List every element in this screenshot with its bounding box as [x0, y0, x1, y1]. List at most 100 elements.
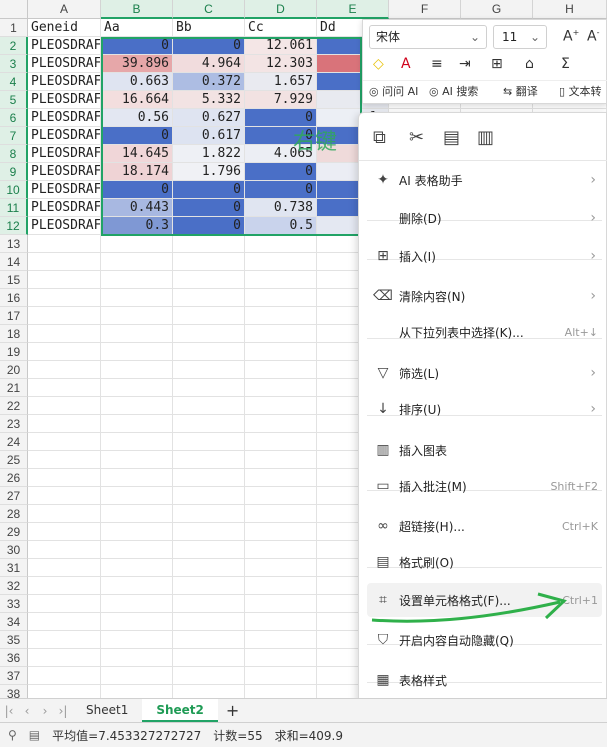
cell[interactable] — [101, 559, 173, 577]
last-sheet-icon[interactable]: ›| — [54, 704, 72, 718]
cell[interactable] — [28, 487, 101, 505]
cell[interactable] — [173, 667, 245, 685]
cell[interactable] — [28, 559, 101, 577]
cell[interactable] — [173, 649, 245, 667]
row-header-19[interactable]: 19 — [0, 343, 28, 361]
row-header-16[interactable]: 16 — [0, 289, 28, 307]
cell[interactable]: 0 — [101, 127, 173, 145]
cell[interactable] — [101, 325, 173, 343]
cell[interactable] — [245, 289, 317, 307]
cell[interactable]: 0 — [173, 217, 245, 235]
cell[interactable] — [28, 613, 101, 631]
cell[interactable] — [173, 487, 245, 505]
menu-item-2[interactable]: ⊞ 插入(I) › — [367, 239, 602, 273]
cell[interactable] — [28, 433, 101, 451]
cell[interactable]: 14.645 — [101, 145, 173, 163]
cell[interactable] — [245, 631, 317, 649]
increase-font-icon[interactable]: A+ — [563, 28, 579, 45]
cell[interactable] — [101, 505, 173, 523]
cell[interactable] — [28, 595, 101, 613]
cell[interactable]: 12.061 — [245, 37, 317, 55]
borders-icon[interactable]: ⊞ — [491, 56, 503, 72]
cell[interactable] — [101, 415, 173, 433]
column-header-a[interactable]: A — [28, 0, 101, 19]
cell[interactable]: 1.822 — [173, 145, 245, 163]
cell[interactable] — [173, 541, 245, 559]
cell[interactable]: 1.657 — [245, 73, 317, 91]
column-header-g[interactable]: G — [461, 0, 533, 19]
column-header-f[interactable]: F — [389, 0, 461, 19]
cell[interactable]: 4.964 — [173, 55, 245, 73]
paste-special-icon[interactable]: ▥ — [477, 127, 494, 148]
menu-item-0[interactable]: ✦ AI 表格助手 › — [367, 163, 602, 197]
row-header-1[interactable]: 1 — [0, 19, 28, 37]
copy-icon[interactable]: ⧉ — [373, 127, 386, 148]
sheet-tab-sheet1[interactable]: Sheet1 — [72, 699, 142, 722]
cell[interactable] — [28, 361, 101, 379]
cell[interactable] — [245, 253, 317, 271]
sheet-view-icon[interactable]: ▤ — [29, 728, 40, 742]
cell[interactable]: Cc — [245, 19, 317, 37]
row-header-6[interactable]: 6 — [0, 109, 28, 127]
row-header-20[interactable]: 20 — [0, 361, 28, 379]
cell[interactable]: 0.56 — [101, 109, 173, 127]
cell[interactable] — [245, 343, 317, 361]
cell[interactable] — [101, 361, 173, 379]
cell[interactable]: PLEOSDRAF — [28, 181, 101, 199]
row-header-32[interactable]: 32 — [0, 577, 28, 595]
row-header-3[interactable]: 3 — [0, 55, 28, 73]
cell[interactable] — [28, 523, 101, 541]
cell[interactable] — [173, 451, 245, 469]
menu-item-12[interactable]: ⛉ 开启内容自动隐藏(Q) — [367, 623, 602, 657]
cell[interactable]: 0.627 — [173, 109, 245, 127]
next-sheet-icon[interactable]: › — [36, 704, 54, 718]
merge-center-icon[interactable]: ≡ — [431, 56, 443, 72]
cell[interactable] — [28, 379, 101, 397]
font-name-select[interactable]: 宋体 ⌄ — [369, 25, 487, 49]
row-header-13[interactable]: 13 — [0, 235, 28, 253]
cell[interactable]: 0.663 — [101, 73, 173, 91]
text-convert-button[interactable]: ▯ 文本转 — [559, 83, 602, 99]
cut-icon[interactable]: ✂ — [409, 127, 424, 148]
cell[interactable] — [28, 667, 101, 685]
cell[interactable] — [173, 307, 245, 325]
cell[interactable]: Aa — [101, 19, 173, 37]
cell[interactable] — [245, 685, 317, 698]
row-header-10[interactable]: 10 — [0, 181, 28, 199]
cell[interactable] — [101, 307, 173, 325]
row-header-4[interactable]: 4 — [0, 73, 28, 91]
paste-icon[interactable]: ▤ — [443, 127, 460, 148]
cell[interactable]: 0 — [101, 37, 173, 55]
cell[interactable] — [28, 415, 101, 433]
row-header-31[interactable]: 31 — [0, 559, 28, 577]
cell[interactable] — [173, 559, 245, 577]
cell[interactable]: PLEOSDRAF — [28, 73, 101, 91]
cell[interactable] — [101, 289, 173, 307]
row-header-37[interactable]: 37 — [0, 667, 28, 685]
row-header-22[interactable]: 22 — [0, 397, 28, 415]
row-header-26[interactable]: 26 — [0, 469, 28, 487]
cell[interactable] — [28, 577, 101, 595]
add-sheet-icon[interactable]: + — [218, 701, 247, 720]
align-icon[interactable]: ⇥ — [459, 56, 471, 72]
row-header-18[interactable]: 18 — [0, 325, 28, 343]
cell[interactable] — [101, 271, 173, 289]
cell[interactable] — [173, 577, 245, 595]
cell[interactable] — [101, 523, 173, 541]
menu-item-5[interactable]: ▽ 筛选(L) › — [367, 356, 602, 390]
cell[interactable] — [173, 361, 245, 379]
cell[interactable] — [173, 523, 245, 541]
cell[interactable] — [101, 433, 173, 451]
cell[interactable] — [101, 595, 173, 613]
cell[interactable] — [173, 253, 245, 271]
cell[interactable] — [28, 505, 101, 523]
sum-icon[interactable]: Σ — [561, 56, 570, 72]
row-header-17[interactable]: 17 — [0, 307, 28, 325]
cell[interactable] — [173, 613, 245, 631]
cell[interactable] — [101, 379, 173, 397]
menu-item-6[interactable]: ↓ 排序(U) › — [367, 392, 602, 426]
font-color-icon[interactable]: A — [401, 56, 411, 72]
menu-item-4[interactable]: 从下拉列表中选择(K)... Alt+↓ — [367, 315, 602, 349]
row-header-5[interactable]: 5 — [0, 91, 28, 109]
row-header-24[interactable]: 24 — [0, 433, 28, 451]
